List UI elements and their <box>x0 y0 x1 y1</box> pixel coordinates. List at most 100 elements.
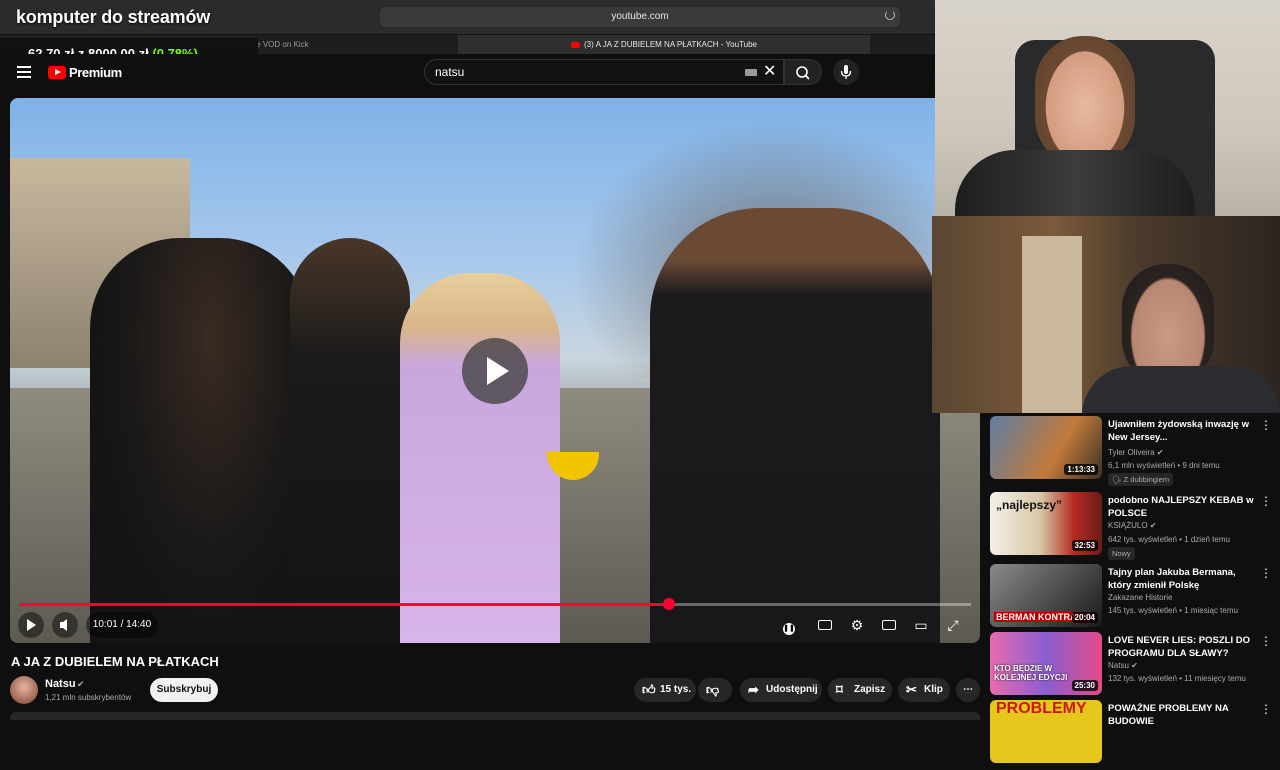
fullscreen-icon[interactable]: ⤢ <box>944 616 962 634</box>
more-options-icon[interactable]: ⋮ <box>1260 494 1272 508</box>
related-video-item[interactable]: PROBLEMY POWAŻNE PROBLEMY NA BUDOWIE ⋮ <box>990 700 1275 770</box>
video-thumbnail[interactable]: „najlepszy” 32:53 <box>990 492 1102 555</box>
webcam-person-body <box>955 150 1195 216</box>
thumbnail-caption: „najlepszy” <box>996 498 1063 512</box>
like-count: 15 tys. <box>660 684 692 695</box>
related-videos-list: 1:13:33 Ujawniłem żydowską inwazję w New… <box>980 413 1280 763</box>
verified-icon: ✔ <box>1156 448 1164 457</box>
video-duration: 32:53 <box>1071 540 1098 551</box>
video-scene-person-3 <box>400 273 560 643</box>
settings-gear-icon[interactable]: ⚙ <box>848 616 866 634</box>
related-video-channel: KSIĄŻULO ✔ <box>1108 521 1157 530</box>
clear-search-icon[interactable]: ✕ <box>763 63 776 81</box>
video-thumbnail[interactable]: 1:13:33 <box>990 416 1102 479</box>
related-video-channel: Zakazane Historie <box>1108 593 1173 602</box>
video-scene-person-4 <box>650 208 940 643</box>
video-thumbnail[interactable]: KTO BĘDZIE W KOLEJNEJ EDYCJI 25:30 <box>990 632 1102 695</box>
search-input-value[interactable]: natsu <box>435 60 464 84</box>
thumbnail-caption: PROBLEMY <box>996 700 1087 717</box>
related-video-title[interactable]: POWAŻNE PROBLEMY NA BUDOWIE <box>1108 702 1258 728</box>
video-thumbnail[interactable]: BERMAN KONTRA PO 20:04 <box>990 564 1102 627</box>
related-video-item[interactable]: 1:13:33 Ujawniłem żydowską inwazję w New… <box>990 416 1275 486</box>
scissors-icon: ✂ <box>906 682 917 697</box>
address-bar[interactable]: youtube.com <box>380 7 900 27</box>
cast-icon[interactable]: ▭ <box>912 616 930 634</box>
progress-bar-fill <box>19 603 670 606</box>
related-video-meta: 132 tys. wyświetleń • 11 miesięcy temu <box>1108 674 1246 683</box>
volume-icon <box>60 619 67 631</box>
related-video-title[interactable]: Ujawniłem żydowską inwazję w New Jersey.… <box>1108 418 1258 444</box>
video-scene-person-1 <box>90 238 310 643</box>
reload-icon[interactable] <box>885 10 895 20</box>
related-video-item[interactable]: BERMAN KONTRA PO 20:04 Tajny plan Jakuba… <box>990 564 1275 634</box>
video-player[interactable]: 10:01 / 14:40 ❚❚ ⚙ ▭ ⤢ <box>10 98 980 643</box>
volume-button[interactable] <box>52 612 78 638</box>
hamburger-menu-icon[interactable] <box>17 66 31 78</box>
like-button[interactable]: 👍︎ 15 tys. <box>634 678 696 702</box>
microphone-icon <box>840 65 852 79</box>
dubbing-icon: 🗣︎ <box>1112 475 1122 484</box>
autoplay-toggle-icon[interactable]: ❚❚ <box>780 616 798 635</box>
video-thumbnail[interactable]: PROBLEMY <box>990 700 1102 763</box>
share-button[interactable]: ➦ Udostępnij <box>740 678 822 702</box>
subtitles-icon[interactable] <box>816 616 834 634</box>
time-display: 10:01 / 14:40 <box>86 612 158 638</box>
related-video-meta: 6,1 mln wyświetleń • 9 dni temu <box>1108 461 1220 470</box>
search-button[interactable] <box>784 59 822 85</box>
youtube-favicon-icon <box>571 41 581 48</box>
dislike-button[interactable]: 👎︎ <box>698 678 732 702</box>
related-video-item[interactable]: „najlepszy” 32:53 podobno NAJLEPSZY KEBA… <box>990 492 1275 562</box>
tab-label: (3) A JA Z DUBIELEM NA PŁATKACH - YouTub… <box>584 40 757 49</box>
stream-overlay-title: komputer do streamów <box>16 7 211 27</box>
related-video-title[interactable]: Tajny plan Jakuba Bermana, który zmienił… <box>1108 566 1258 592</box>
related-video-title[interactable]: LOVE NEVER LIES: POSZLI DO PROGRAMU DLA … <box>1108 634 1258 660</box>
related-video-meta: 145 tys. wyświetleń • 1 miesiąc temu <box>1108 606 1238 615</box>
subscribe-button[interactable]: Subskrybuj <box>150 678 218 702</box>
more-options-icon[interactable]: ⋮ <box>1260 634 1272 648</box>
video-duration: 25:30 <box>1071 680 1098 691</box>
share-label: Udostępnij <box>766 684 818 695</box>
play-button[interactable] <box>18 612 44 638</box>
related-video-title[interactable]: podobno NAJLEPSZY KEBAB w POLSCE <box>1108 494 1258 520</box>
more-options-icon[interactable]: ⋮ <box>1260 418 1272 432</box>
clip-label: Klip <box>924 684 943 695</box>
search-input[interactable]: natsu ✕ <box>424 59 784 85</box>
save-button[interactable]: ⌑ Zapisz <box>828 678 892 702</box>
address-bar-url[interactable]: youtube.com <box>380 7 900 27</box>
youtube-logo-text[interactable]: Premium <box>69 65 122 80</box>
verified-icon: ✔ <box>1131 661 1138 670</box>
thumbs-up-icon: 👍︎ <box>642 682 656 697</box>
verified-icon: ✔ <box>1149 521 1157 530</box>
more-options-icon[interactable]: ⋮ <box>1260 566 1272 580</box>
miniplayer-icon[interactable] <box>880 616 898 634</box>
webcam-door <box>1022 236 1082 413</box>
youtube-logo-icon[interactable] <box>48 66 66 79</box>
progress-bar[interactable] <box>19 598 971 610</box>
related-video-channel: Tyler Oliveira ✔ <box>1108 448 1164 457</box>
center-play-icon[interactable] <box>462 338 528 404</box>
keyboard-icon[interactable] <box>745 69 757 76</box>
clip-button[interactable]: ✂ Klip <box>898 678 950 702</box>
more-options-icon[interactable]: ⋮ <box>1260 702 1272 716</box>
video-title: A JA Z DUBIELEM NA PŁATKACH <box>11 654 219 669</box>
video-duration: 1:13:33 <box>1064 464 1098 475</box>
channel-name[interactable]: Natsu <box>45 678 76 690</box>
voice-search-button[interactable] <box>833 59 859 85</box>
tab-youtube[interactable]: (3) A JA Z DUBIELEM NA PŁATKACH - YouTub… <box>458 35 870 55</box>
webcam-person-body <box>1082 366 1280 413</box>
webcam-feed-bottom <box>932 216 1280 413</box>
more-actions-button[interactable]: ⋯ <box>956 678 980 702</box>
search-icon <box>796 66 810 80</box>
channel-avatar[interactable] <box>10 676 38 704</box>
thumbs-down-icon: 👎︎ <box>706 682 720 697</box>
description-box-edge <box>10 712 980 720</box>
bookmark-icon: ⌑ <box>836 682 843 697</box>
webcam-feed-top <box>935 0 1280 216</box>
subscriber-count: 1,21 mln subskrybentów <box>45 693 132 702</box>
related-video-channel: Natsu ✔ <box>1108 661 1138 670</box>
youtube-header: Premium natsu ✕ <box>0 54 935 98</box>
related-video-item[interactable]: KTO BĘDZIE W KOLEJNEJ EDYCJI 25:30 LOVE … <box>990 632 1275 702</box>
related-video-meta: 642 tys. wyświetleń • 1 dzień temu <box>1108 535 1230 544</box>
dubbing-badge: 🗣︎ Z dubbingiem <box>1108 473 1174 486</box>
video-scene-person-2 <box>290 238 410 643</box>
